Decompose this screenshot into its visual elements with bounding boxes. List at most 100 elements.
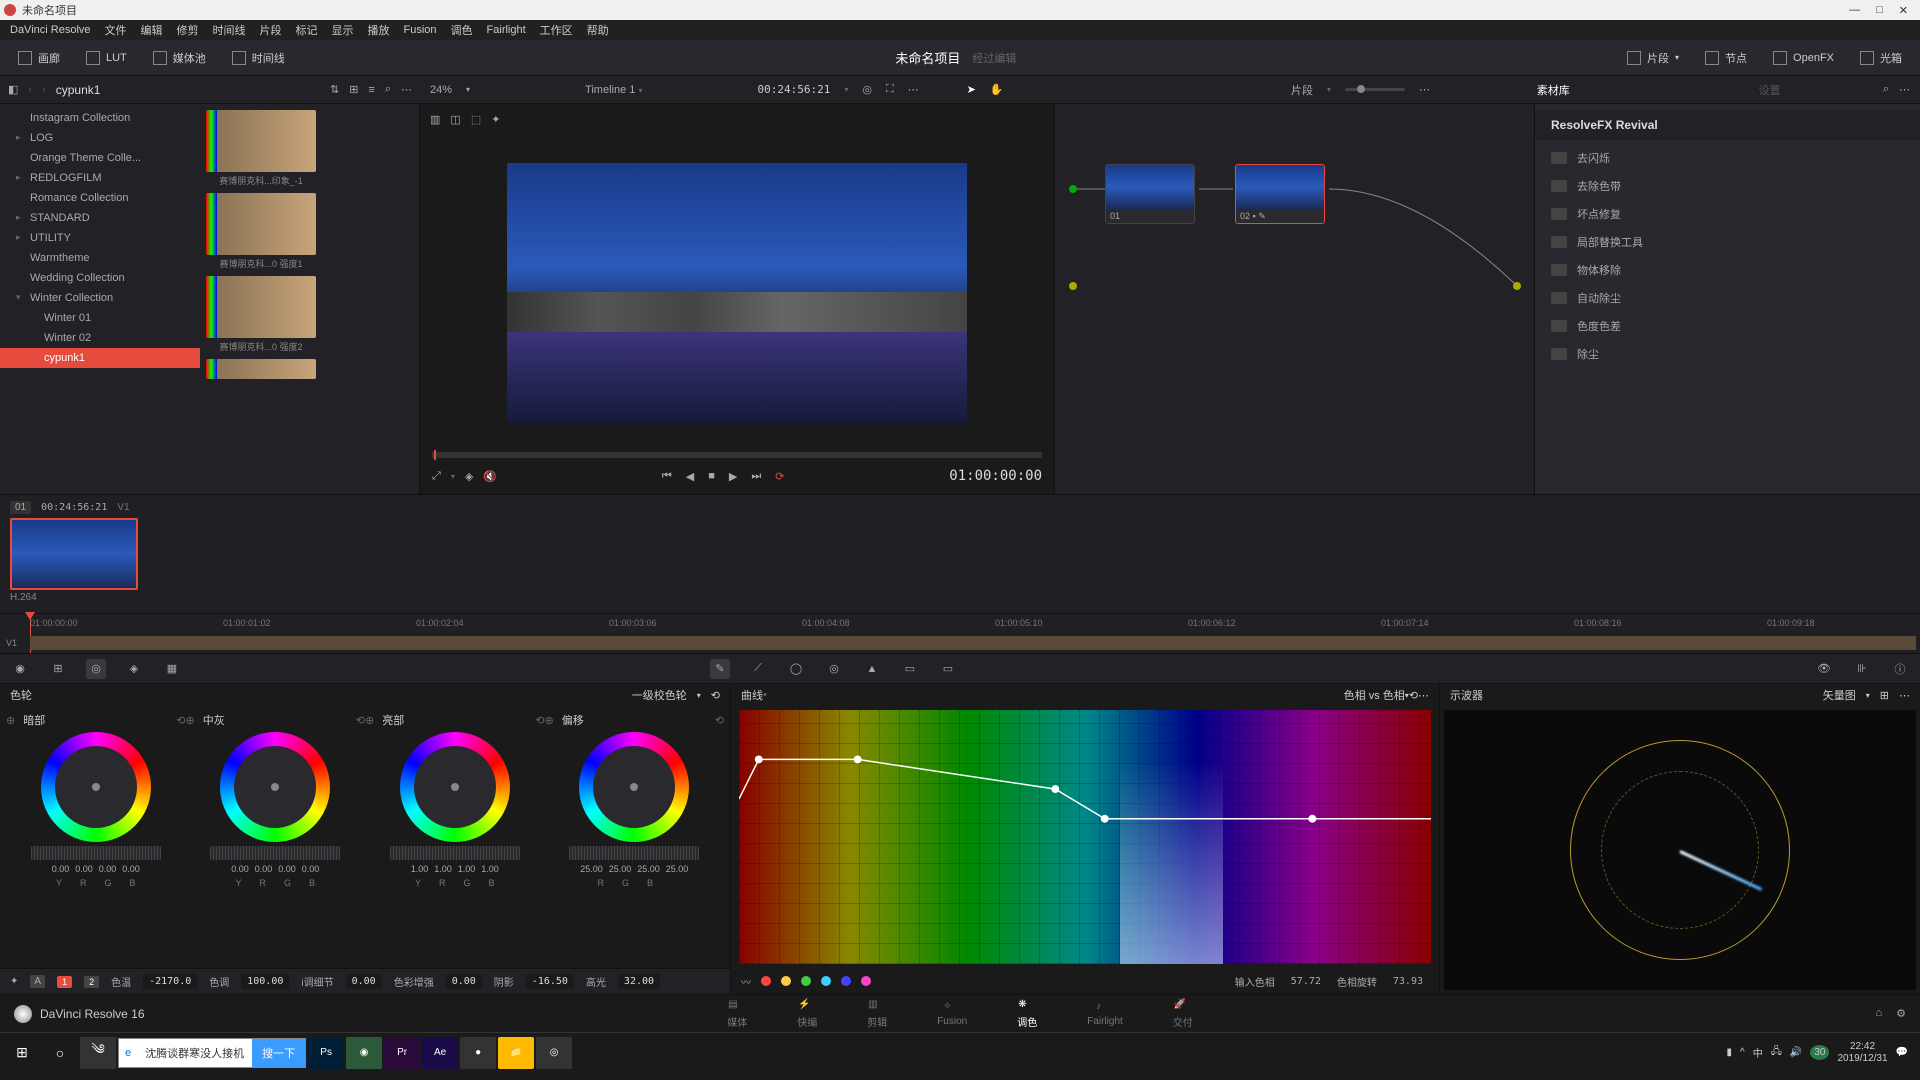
minimize-button[interactable]: — [1849,4,1860,17]
nav-fwd-icon[interactable]: › [42,84,46,96]
vectorscope[interactable] [1444,710,1916,990]
blur-icon[interactable]: ▭ [938,659,958,679]
aftereffects-icon[interactable]: Ae [422,1037,458,1069]
curves-icon[interactable]: ✎ [710,659,730,679]
tray-battery-icon[interactable]: ▮ [1727,1047,1733,1058]
camera-raw-icon[interactable]: ◉ [10,659,30,679]
lut-thumbnail[interactable]: 赛博朋克科...印象_-1 [206,110,316,189]
edge-icon[interactable]: ༄ [80,1037,116,1069]
playhead-timecode[interactable]: 01:00:00:00 [949,468,1042,484]
clips-dropdown[interactable]: 片段 [1291,82,1313,98]
breadcrumb[interactable]: cypunk1 [56,83,101,97]
mute-icon[interactable]: 🔇 [483,470,497,483]
picker-icon[interactable]: ⤢ [432,470,441,483]
home-icon[interactable]: ⌂ [1875,1007,1882,1020]
tracker-icon[interactable]: ▲ [862,659,882,679]
lut-thumbnail[interactable]: 赛博朋克科...0 强度1 [206,193,316,272]
media-page[interactable]: ▤媒体 [727,999,747,1029]
tree-item[interactable]: UTILITY [0,228,200,248]
color-wheel[interactable] [220,732,330,842]
tree-item[interactable]: Wedding Collection [0,268,200,288]
highlight-value[interactable]: 32.00 [618,974,660,989]
notifications-icon[interactable]: 💬 [1896,1047,1908,1058]
menu-调色[interactable]: 调色 [451,22,473,38]
menu-修剪[interactable]: 修剪 [177,22,199,38]
openfx-button[interactable]: OpenFX [1763,47,1844,69]
premiere-icon[interactable]: Pr [384,1037,420,1069]
fairlight-page[interactable]: ♪Fairlight [1087,1001,1123,1027]
menu-显示[interactable]: 显示 [332,22,354,38]
scopes-icon[interactable]: ⊪ [1852,659,1872,679]
hand-icon[interactable]: ✋ [990,83,1004,96]
key-icon[interactable]: 👁 [1814,659,1834,679]
tree-item[interactable]: Warmtheme [0,248,200,268]
tree-item[interactable]: cypunk1 [0,348,200,368]
expand-icon[interactable]: ⛶ [886,83,894,96]
play-reverse-button[interactable]: ◀ [686,470,694,483]
fx-item[interactable]: 物体移除 [1535,256,1920,284]
edit-page[interactable]: ▥剪辑 [867,999,887,1029]
magic-mask-icon[interactable]: ▭ [900,659,920,679]
tree-item[interactable]: Winter Collection [0,288,200,308]
spline-icon[interactable]: 〰 [741,974,751,989]
clip-thumbnail[interactable] [10,518,138,590]
explorer-icon[interactable]: 📁 [498,1037,534,1069]
hdr-icon[interactable]: ◈ [124,659,144,679]
stop-button[interactable]: ■ [708,470,715,482]
node-02[interactable]: 02 ▪ ✎ [1235,164,1325,224]
list-view-icon[interactable]: ≡ [368,84,374,96]
window-icon[interactable]: ◎ [824,659,844,679]
scopes-more-icon[interactable]: ⋯ [1899,689,1910,702]
menu-工作区[interactable]: 工作区 [540,22,573,38]
auto-balance-icon[interactable]: ✦ [10,976,18,987]
more-icon[interactable]: ⋯ [401,83,412,96]
pointer-icon[interactable]: ➤ [967,83,976,96]
maximize-button[interactable]: □ [1876,4,1883,17]
node-01[interactable]: 01 [1105,164,1195,224]
menu-Fusion[interactable]: Fusion [404,24,437,36]
menu-DaVinci Resolve[interactable]: DaVinci Resolve [10,24,91,36]
last-frame-button[interactable]: ⏭ [751,470,761,483]
fx-item[interactable]: 坏点修复 [1535,200,1920,228]
play-button[interactable]: ▶ [729,470,737,483]
close-button[interactable]: ✕ [1899,4,1908,17]
tree-item[interactable]: LOG [0,128,200,148]
tint-value[interactable]: 100.00 [241,974,289,989]
fx-item[interactable]: 去闪烁 [1535,144,1920,172]
tray-vol-icon[interactable]: 🔊 [1790,1047,1802,1058]
library-tab[interactable]: 素材库 [1450,82,1656,98]
lut-thumbnail[interactable]: 赛博朋克科...0 强度2 [206,276,316,355]
tray-30-icon[interactable]: 30 [1810,1045,1829,1060]
nodes-button[interactable]: 节点 [1695,46,1757,70]
node-graph[interactable]: 01 02 ▪ ✎ [1055,104,1535,494]
menu-帮助[interactable]: 帮助 [587,22,609,38]
warper-icon[interactable]: ⟋ [748,659,768,679]
lightbox-button[interactable]: 光箱 [1850,46,1912,70]
taskbar-clock[interactable]: 22:422019/12/31 [1837,1041,1887,1065]
cyan-channel[interactable] [821,976,831,986]
menu-片段[interactable]: 片段 [260,22,282,38]
page-2[interactable]: 2 [84,976,99,988]
menu-编辑[interactable]: 编辑 [141,22,163,38]
mediapool-button[interactable]: 媒体池 [143,46,216,70]
fx-more-icon[interactable]: ⋯ [1899,83,1910,96]
tree-item[interactable]: STANDARD [0,208,200,228]
search-icon[interactable]: ⌕ [385,83,391,96]
highlight-mode-icon[interactable]: ⬚ [471,113,481,126]
nav-back-icon[interactable]: ‹ [28,84,32,96]
info-icon[interactable]: ⓘ [1890,659,1910,679]
tree-item[interactable]: Winter 02 [0,328,200,348]
mini-timeline[interactable]: 01:00:00:0001:00:01:0201:00:02:0401:00:0… [0,614,1920,654]
highlight-icon[interactable]: ◎ [862,83,872,96]
fx-search-icon[interactable]: ⌕ [1883,83,1889,96]
fx-item[interactable]: 自动除尘 [1535,284,1920,312]
cut-page[interactable]: ⚡快编 [797,999,817,1029]
tree-item[interactable]: Orange Theme Colle... [0,148,200,168]
fx-item[interactable]: 局部替换工具 [1535,228,1920,256]
viewer-scrubber[interactable] [432,452,1042,458]
project-settings-icon[interactable]: ⚙ [1896,1007,1906,1020]
tree-item[interactable]: Romance Collection [0,188,200,208]
sort-icon[interactable]: ⇅ [330,83,339,96]
red-channel[interactable] [761,976,771,986]
color-match-icon[interactable]: ⊞ [48,659,68,679]
